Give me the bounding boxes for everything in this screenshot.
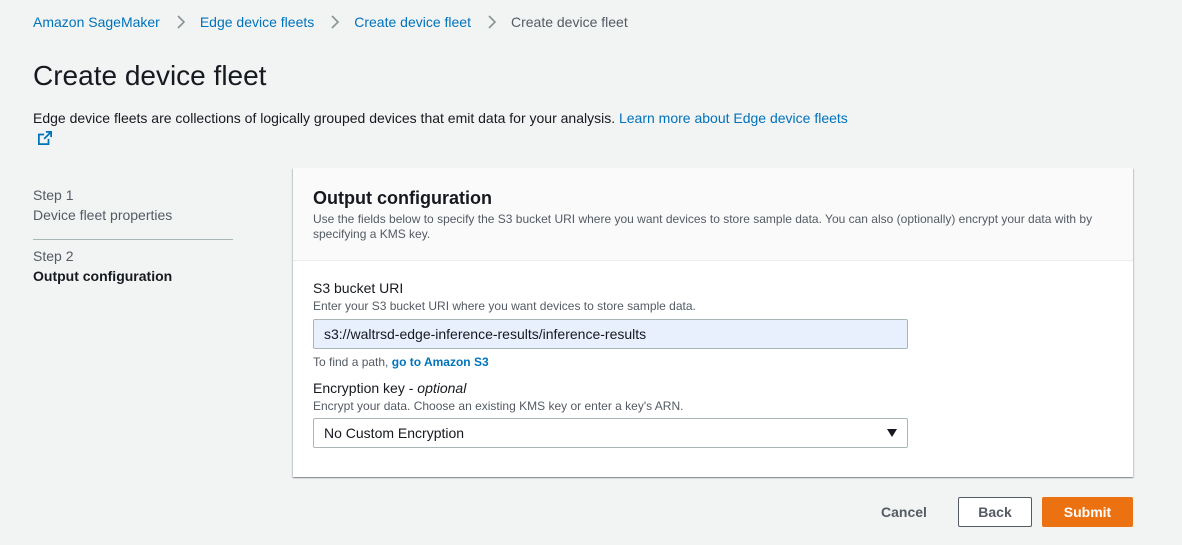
- breadcrumb-create-device-fleet[interactable]: Create device fleet: [354, 14, 471, 30]
- step-2-label: Output configuration: [33, 268, 173, 284]
- encryption-key-field: Encryption key - optional Encrypt your d…: [313, 379, 908, 448]
- s3-bucket-label: S3 bucket URI: [313, 280, 404, 296]
- step-1-label: Device fleet properties: [33, 207, 173, 223]
- output-configuration-panel: Output configuration Use the fields belo…: [293, 168, 1133, 477]
- page-title: Create device fleet: [33, 60, 267, 91]
- back-button[interactable]: Back: [958, 497, 1032, 527]
- panel-description: Use the fields below to specify the S3 b…: [313, 212, 1093, 241]
- wizard-steps: Step 1 Device fleet properties Step 2 Ou…: [33, 185, 233, 286]
- cancel-button[interactable]: Cancel: [868, 497, 940, 527]
- encryption-key-selected: No Custom Encryption: [324, 425, 465, 441]
- s3-bucket-input[interactable]: [313, 319, 908, 349]
- s3-bucket-field: S3 bucket URI Enter your S3 bucket URI w…: [313, 279, 908, 369]
- panel-header: Output configuration Use the fields belo…: [293, 168, 1133, 261]
- step-2-number: Step 2: [33, 248, 74, 264]
- chevron-right-icon: [331, 15, 340, 29]
- page-description-text: Edge device fleets are collections of lo…: [33, 110, 616, 126]
- panel-title: Output configuration: [313, 188, 492, 208]
- submit-button[interactable]: Submit: [1042, 497, 1133, 527]
- external-link-icon: [38, 131, 52, 145]
- encryption-key-label: Encryption key - optional: [313, 380, 467, 396]
- s3-hint: To find a path, go to Amazon S3: [313, 355, 908, 369]
- page-description: Edge device fleets are collections of lo…: [33, 108, 853, 148]
- breadcrumb-current: Create device fleet: [510, 14, 628, 30]
- encryption-key-label-text: Encryption key: [313, 380, 405, 396]
- caret-down-icon: [887, 429, 897, 437]
- step-1-number: Step 1: [33, 187, 74, 203]
- breadcrumb: Amazon SageMaker Edge device fleets Crea…: [33, 13, 628, 31]
- chevron-right-icon: [488, 15, 497, 29]
- breadcrumb-sagemaker[interactable]: Amazon SageMaker: [33, 14, 160, 30]
- learn-more-label: Learn more about Edge device fleets: [618, 110, 848, 126]
- go-to-s3-link[interactable]: go to Amazon S3: [392, 355, 489, 369]
- breadcrumb-edge-device-fleets[interactable]: Edge device fleets: [200, 14, 314, 30]
- chevron-right-icon: [177, 15, 185, 29]
- step-1[interactable]: Step 1 Device fleet properties: [33, 185, 233, 225]
- encryption-key-select[interactable]: No Custom Encryption: [313, 418, 908, 448]
- step-divider: [33, 239, 233, 240]
- step-2: Step 2 Output configuration: [33, 246, 233, 286]
- s3-hint-text: To find a path,: [313, 355, 389, 369]
- optional-tag: optional: [417, 380, 467, 396]
- encryption-key-description: Encrypt your data. Choose an existing KM…: [313, 399, 684, 413]
- s3-bucket-description: Enter your S3 bucket URI where you want …: [313, 299, 696, 313]
